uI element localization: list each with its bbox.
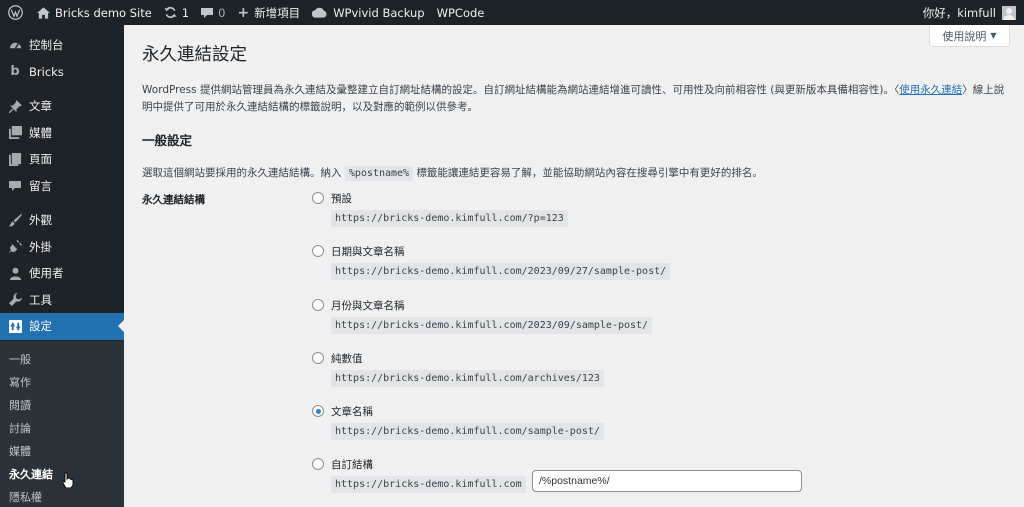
option-example: https://bricks-demo.kimfull.com/2023/09/… xyxy=(331,316,653,334)
option-label[interactable]: 純數值 xyxy=(331,351,363,366)
media-icon xyxy=(8,126,22,140)
radio-numeric[interactable] xyxy=(312,351,324,364)
option-example: https://bricks-demo.kimfull.com/?p=123 xyxy=(331,210,568,227)
option-label[interactable]: 月份與文章名稱 xyxy=(331,298,405,313)
intro-text: WordPress 提供網站管理員為永久連結及彙整建立自訂網址結構的設定。自訂網… xyxy=(142,82,1010,116)
pin-icon xyxy=(8,99,22,113)
page-title: 永久連結設定 xyxy=(142,45,247,65)
wpcode-label: WPCode xyxy=(436,5,485,20)
main-content: 永久連結設定 WordPress 提供網站管理員為永久連結及彙整建立自訂網址結構… xyxy=(142,25,1012,494)
site-name-link[interactable]: Bricks demo Site xyxy=(31,0,158,25)
dashboard-icon xyxy=(8,38,22,52)
sidebar-item-label: 媒體 xyxy=(29,125,52,140)
sidebar-item-users[interactable]: 使用者 xyxy=(0,260,124,287)
comments-link[interactable]: 0 xyxy=(195,0,231,25)
updates-icon xyxy=(164,6,177,19)
option-example: https://bricks-demo.kimfull.com/2023/09/… xyxy=(331,263,671,281)
intro-text-start: WordPress 提供網站管理員為永久連結及彙整建立自訂網址結構的設定。自訂網… xyxy=(142,84,900,96)
permalink-structure-label: 永久連結結構 xyxy=(142,194,205,206)
sidebar-item-label: 工具 xyxy=(29,292,52,307)
sidebar-item-label: 文章 xyxy=(29,99,52,114)
option-label[interactable]: 日期與文章名稱 xyxy=(331,244,405,259)
wordpress-logo-icon[interactable] xyxy=(0,0,31,25)
option-label[interactable]: 預設 xyxy=(331,191,352,206)
updates-count: 1 xyxy=(181,5,190,20)
hand-cursor-icon xyxy=(62,472,74,492)
greeting: 你好，kimfull xyxy=(922,5,996,20)
sidebar-item-posts[interactable]: 文章 xyxy=(0,93,124,120)
option-label[interactable]: 文章名稱 xyxy=(331,404,373,419)
wrench-icon xyxy=(8,293,22,307)
desc-end: 標籤能讓連結更容易了解，並能協助網站內容在搜尋引擎中有更好的排名。 xyxy=(413,167,763,179)
sidebar-item-plugins[interactable]: 外掛 xyxy=(0,234,124,261)
using-permalinks-link[interactable]: 使用永久連結 xyxy=(899,84,962,96)
option-label[interactable]: 自訂結構 xyxy=(331,457,373,472)
comments-count: 0 xyxy=(218,5,226,20)
sidebar-item-bricks[interactable]: b Bricks xyxy=(0,59,124,86)
cloud-icon xyxy=(312,7,327,18)
wpcode-link[interactable]: WPCode xyxy=(431,0,491,25)
avatar xyxy=(1002,5,1016,20)
radio-day-and-name[interactable] xyxy=(312,245,324,258)
sidebar-item-label: 設定 xyxy=(29,319,52,334)
admin-bar: Bricks demo Site 1 0 + 新增項目 WPvivid Back… xyxy=(0,0,1024,25)
sidebar-item-media[interactable]: 媒體 xyxy=(0,120,124,147)
wpvivid-label: WPvivid Backup xyxy=(333,5,425,20)
submenu-item-media[interactable]: 媒體 xyxy=(0,439,124,462)
brush-icon xyxy=(8,213,22,227)
sidebar-item-label: 頁面 xyxy=(29,152,52,167)
page-icon xyxy=(8,152,22,166)
submenu-item-writing[interactable]: 寫作 xyxy=(0,370,124,393)
new-content-link[interactable]: + 新增項目 xyxy=(231,0,306,25)
admin-sidebar: 控制台 b Bricks 文章 媒體 頁面 留言 外觀 外掛 使用者 工具 設定 xyxy=(0,25,124,507)
sidebar-item-tools[interactable]: 工具 xyxy=(0,287,124,314)
section-title: 一般設定 xyxy=(142,133,193,148)
sidebar-item-label: 外掛 xyxy=(29,239,52,254)
section-description: 選取這個網站要採用的永久連結結構。納入 %postname% 標籤能讓連結更容易… xyxy=(142,165,1012,181)
option-base-url: https://bricks-demo.kimfull.com xyxy=(331,476,526,494)
plugin-icon xyxy=(8,240,22,254)
home-icon xyxy=(37,6,50,19)
radio-custom-structure[interactable] xyxy=(312,458,324,471)
comment-icon xyxy=(201,7,214,19)
sidebar-item-comments[interactable]: 留言 xyxy=(0,173,124,200)
plus-icon: + xyxy=(237,4,250,21)
sidebar-item-pages[interactable]: 頁面 xyxy=(0,146,124,173)
option-example: https://bricks-demo.kimfull.com/sample-p… xyxy=(331,423,604,441)
sidebar-item-label: 使用者 xyxy=(29,266,64,281)
option-example: https://bricks-demo.kimfull.com/archives… xyxy=(331,369,604,387)
sidebar-item-settings[interactable]: 設定 xyxy=(0,313,124,340)
bricks-icon: b xyxy=(10,64,20,80)
new-content-label: 新增項目 xyxy=(254,5,301,20)
submenu-item-general[interactable]: 一般 xyxy=(0,347,124,370)
site-name: Bricks demo Site xyxy=(55,5,152,20)
submenu-item-reading[interactable]: 閱讀 xyxy=(0,393,124,416)
wpvivid-backup-link[interactable]: WPvivid Backup xyxy=(306,0,430,25)
comment-icon xyxy=(8,179,22,193)
settings-icon xyxy=(8,319,22,333)
custom-structure-input[interactable]: /%postname%/ xyxy=(532,470,802,493)
radio-default[interactable] xyxy=(312,192,324,204)
sidebar-item-appearance[interactable]: 外觀 xyxy=(0,207,124,234)
account-menu[interactable]: 你好，kimfull xyxy=(923,0,1024,25)
sidebar-item-label: Bricks xyxy=(29,64,64,79)
desc-start: 選取這個網站要採用的永久連結結構。納入 xyxy=(142,167,345,179)
updates-link[interactable]: 1 xyxy=(158,0,195,25)
sidebar-item-label: 控制台 xyxy=(29,38,64,53)
postname-tag: %postname% xyxy=(344,166,414,181)
radio-post-name[interactable] xyxy=(312,405,324,418)
user-icon xyxy=(8,266,22,280)
sidebar-item-dashboard[interactable]: 控制台 xyxy=(0,32,124,59)
sidebar-item-label: 留言 xyxy=(29,178,52,193)
submenu-item-discussion[interactable]: 討論 xyxy=(0,416,124,439)
sidebar-item-label: 外觀 xyxy=(29,213,52,228)
radio-month-and-name[interactable] xyxy=(312,298,324,311)
